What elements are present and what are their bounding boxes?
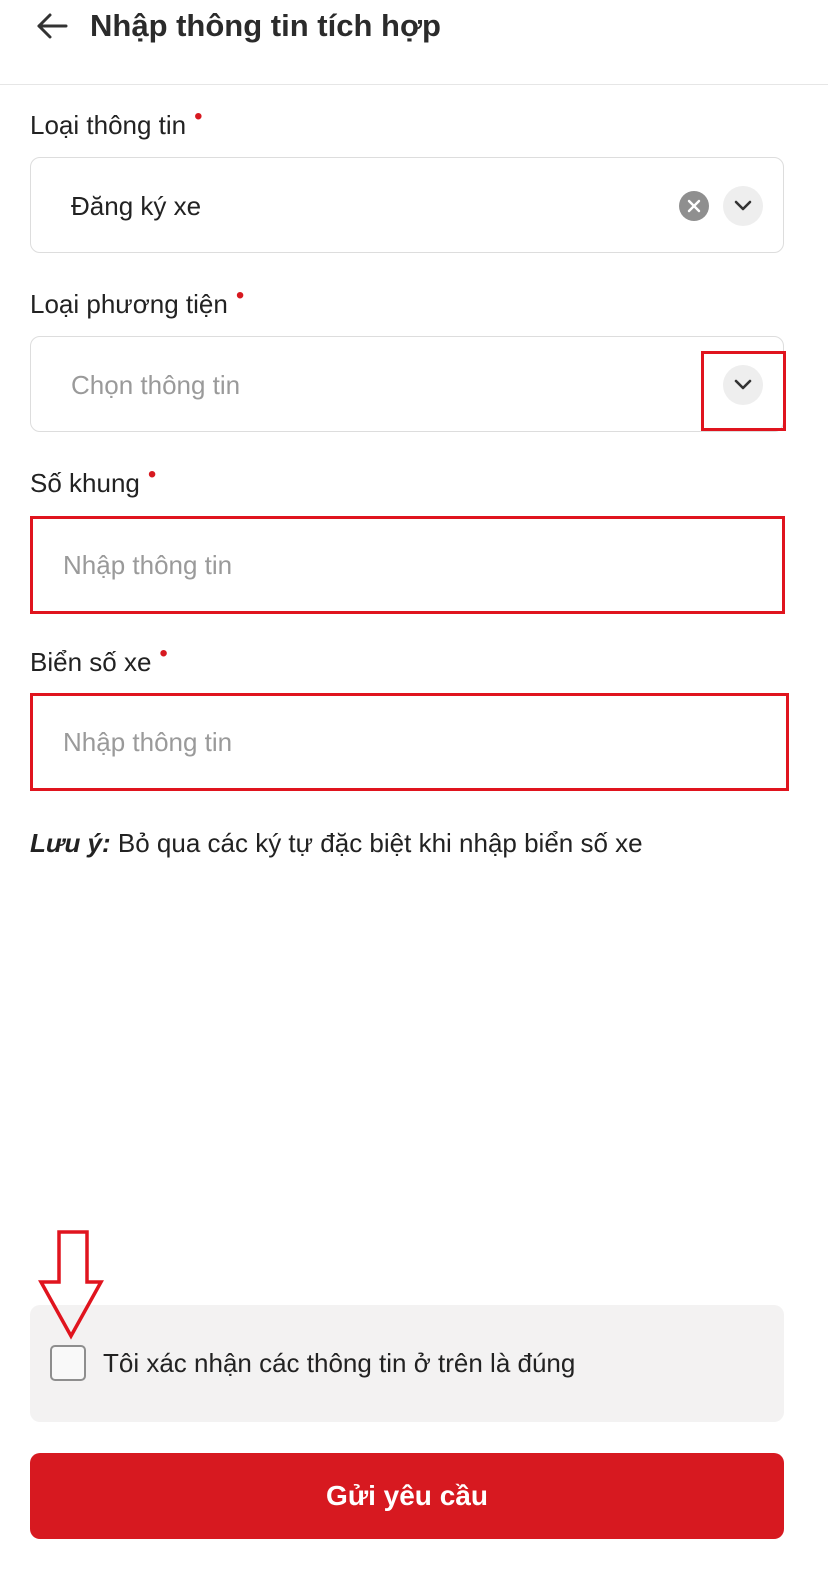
note-body: Bỏ qua các ký tự đặc biệt khi nhập biển … [110,828,643,858]
note-text: Lưu ý: Bỏ qua các ký tự đặc biệt khi nhậ… [30,828,643,859]
info-type-selected-value: Đăng ký xe [71,191,202,221]
license-plate-label: Biển số xe • [30,640,168,678]
chevron-down-icon [734,200,752,211]
required-marker: • [235,282,245,309]
vehicle-type-label-text: Loại phương tiện [30,289,228,319]
back-button[interactable] [30,4,74,48]
frame-number-label-text: Số khung [30,468,140,498]
confirm-checkbox[interactable] [50,1345,86,1381]
page-title: Nhập thông tin tích hợp [90,8,441,43]
vehicle-type-placeholder: Chọn thông tin [71,370,241,400]
app-header: Nhập thông tin tích hợp [0,0,828,85]
note-prefix: Lưu ý: [30,828,111,858]
vehicle-type-select[interactable]: Chọn thông tin [30,336,784,432]
arrow-left-icon [37,13,68,39]
required-marker: • [194,103,203,130]
frame-number-label: Số khung • [30,461,156,499]
info-type-dropdown-toggle[interactable] [723,186,763,226]
close-icon [687,199,701,213]
confirm-label: Tôi xác nhận các thông tin ở trên là đún… [103,1348,576,1378]
chevron-down-icon [734,379,752,390]
license-plate-label-text: Biển số xe [30,647,152,677]
vehicle-type-label: Loại phương tiện • [30,282,244,320]
info-type-select[interactable]: Đăng ký xe [30,157,784,253]
info-type-label: Loại thông tin • [30,103,203,141]
required-marker: • [147,461,157,488]
required-marker: • [159,640,168,667]
license-plate-input[interactable] [30,693,789,791]
info-type-label-text: Loại thông tin [30,110,187,140]
confirm-panel: Tôi xác nhận các thông tin ở trên là đún… [30,1305,784,1422]
vehicle-type-dropdown-toggle[interactable] [723,365,763,405]
clear-selection-button[interactable] [679,191,709,221]
submit-button[interactable]: Gửi yêu cầu [30,1453,784,1539]
frame-number-input[interactable] [30,516,785,614]
